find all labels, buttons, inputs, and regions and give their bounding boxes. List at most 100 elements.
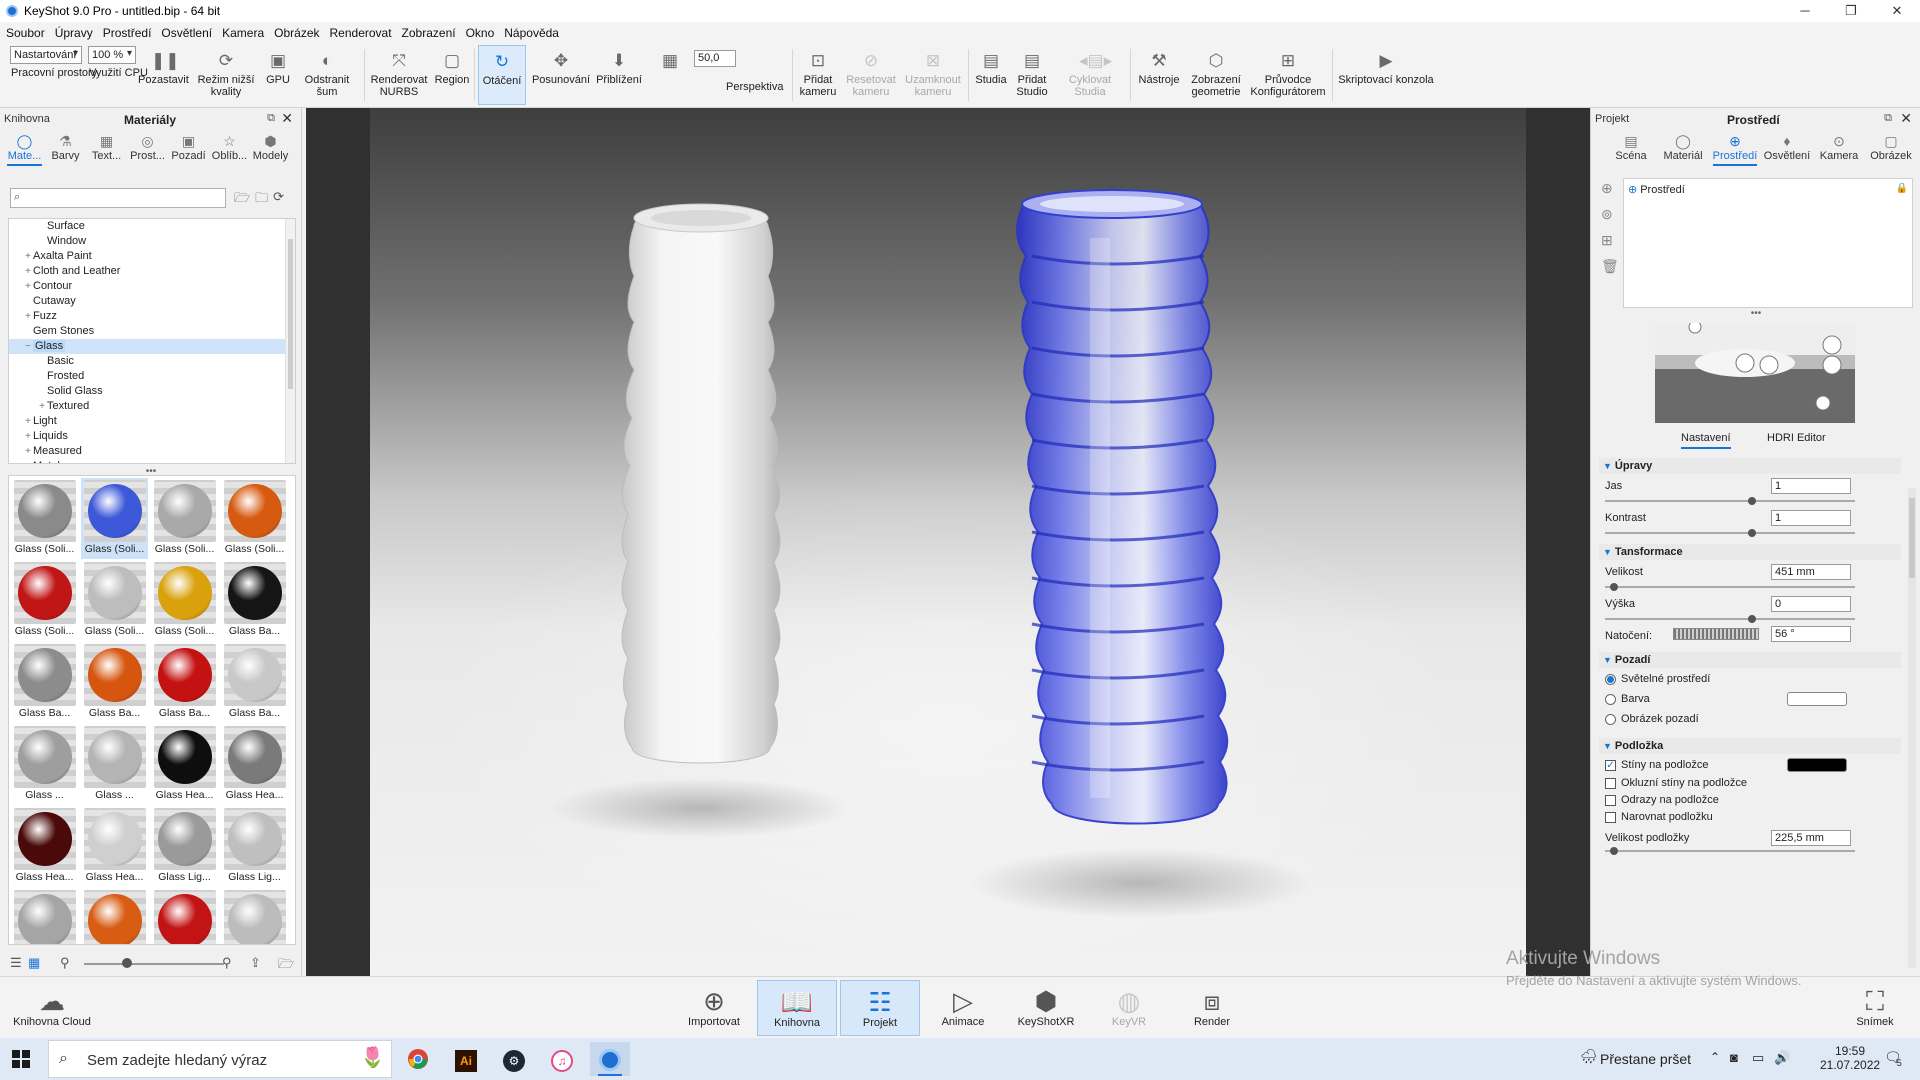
- material-thumbnail[interactable]: Glass ...: [11, 724, 78, 805]
- tab-settings[interactable]: Nastavení: [1681, 432, 1731, 449]
- project-tab-environment[interactable]: ⊕ Prostředí: [1709, 132, 1761, 166]
- fov-input[interactable]: 50,0: [694, 50, 736, 67]
- brightness-input[interactable]: 1: [1771, 478, 1851, 494]
- tree-item[interactable]: + Cloth and Leather: [9, 264, 295, 279]
- tree-item[interactable]: Solid Glass: [9, 384, 295, 399]
- material-thumbnail[interactable]: [221, 888, 288, 944]
- keyvr-button[interactable]: ◍ KeyVR: [1089, 980, 1169, 1036]
- tree-scrollbar[interactable]: [285, 219, 295, 463]
- section-background[interactable]: ▼ Pozadí: [1599, 652, 1901, 668]
- cpu-usage-select[interactable]: 100 %: [88, 46, 136, 64]
- close-panel-icon[interactable]: ✕: [1900, 110, 1912, 127]
- material-thumbnail[interactable]: [11, 888, 78, 944]
- expand-toggle-icon[interactable]: +: [23, 414, 33, 429]
- keyshot-taskbar-icon[interactable]: [590, 1042, 630, 1076]
- steam-icon[interactable]: ⚙: [494, 1042, 534, 1076]
- checkbox-ground-reflections[interactable]: [1605, 795, 1616, 806]
- studios-button[interactable]: ▤ Studia: [972, 45, 1010, 105]
- rotation-dial[interactable]: [1673, 628, 1759, 640]
- material-thumbnail[interactable]: [151, 888, 218, 944]
- tree-item[interactable]: − Glass: [9, 339, 295, 354]
- menu-render[interactable]: Renderovat: [330, 26, 392, 40]
- region-button[interactable]: ▢ Region: [434, 45, 470, 105]
- rotation-input[interactable]: 56 °: [1771, 626, 1851, 642]
- shadow-color-swatch[interactable]: [1787, 758, 1847, 772]
- tab-hdri-editor[interactable]: HDRI Editor: [1767, 432, 1826, 447]
- material-thumbnail[interactable]: Glass (Soli...: [81, 478, 148, 559]
- height-input[interactable]: 0: [1771, 596, 1851, 612]
- tree-item[interactable]: + Axalta Paint: [9, 249, 295, 264]
- clock[interactable]: 19:59 21.07.2022: [1820, 1044, 1880, 1080]
- blue-glass-vase-model[interactable]: [1016, 189, 1229, 825]
- itunes-icon[interactable]: ♫: [542, 1042, 582, 1076]
- material-thumbnail[interactable]: Glass (Soli...: [11, 478, 78, 559]
- tree-item[interactable]: + Fuzz: [9, 309, 295, 324]
- material-thumbnail[interactable]: Glass Ba...: [221, 642, 288, 723]
- geometry-view-button[interactable]: ⬡ Zobrazení geometrie: [1186, 45, 1246, 105]
- refresh-icon[interactable]: ⟳: [273, 189, 284, 211]
- material-thumbnail[interactable]: [81, 888, 148, 944]
- illustrator-icon[interactable]: Ai: [446, 1042, 486, 1076]
- library-tab-background[interactable]: ▣ Pozadí: [168, 132, 209, 166]
- keyshotxr-button[interactable]: ⬢ KeyShotXR: [1006, 980, 1086, 1036]
- checkbox-ground-shadows[interactable]: ✓: [1605, 760, 1616, 771]
- expand-toggle-icon[interactable]: +: [23, 429, 33, 444]
- contrast-input[interactable]: 1: [1771, 510, 1851, 526]
- menu-window[interactable]: Okno: [466, 26, 495, 40]
- tray-chevron-up-icon[interactable]: ⌃: [1710, 1050, 1720, 1080]
- expand-toggle-icon[interactable]: +: [23, 264, 33, 279]
- menu-environment[interactable]: Prostředí: [103, 26, 152, 40]
- ground-size-slider[interactable]: [1605, 847, 1855, 855]
- height-slider[interactable]: [1605, 615, 1855, 623]
- brightness-slider[interactable]: [1605, 497, 1855, 505]
- menu-file[interactable]: Soubor: [6, 26, 45, 40]
- tree-item[interactable]: Cutaway: [9, 294, 295, 309]
- material-thumbnail[interactable]: Glass Hea...: [81, 806, 148, 887]
- undock-icon[interactable]: ⧉: [267, 112, 275, 125]
- expand-toggle-icon[interactable]: +: [23, 444, 33, 459]
- material-thumbnail[interactable]: Glass ...: [81, 724, 148, 805]
- lock-icon[interactable]: 🔒: [1896, 183, 1908, 194]
- hdri-preview[interactable]: [1655, 323, 1855, 423]
- tree-item[interactable]: Window: [9, 234, 295, 249]
- pause-button[interactable]: ❚❚ Pozastavit: [138, 45, 189, 105]
- material-thumbnail[interactable]: Glass (Soli...: [81, 560, 148, 641]
- denoise-button[interactable]: ◐ Odstranit šum: [293, 45, 361, 105]
- properties-scrollbar[interactable]: [1908, 488, 1916, 968]
- library-search-input[interactable]: ⌕: [10, 188, 226, 208]
- slider-knob[interactable]: [1609, 583, 1618, 591]
- lock-camera-button[interactable]: ⊠ Uzamknout kameru: [902, 45, 964, 105]
- expand-toggle-icon[interactable]: +: [23, 459, 33, 463]
- checkbox-flatten-ground[interactable]: [1605, 812, 1616, 823]
- rotate-button[interactable]: ↻ Otáčení: [478, 45, 526, 105]
- render-nurbs-button[interactable]: ⤧ Renderovat NURBS: [368, 45, 430, 105]
- grid-view-icon[interactable]: ▦: [28, 955, 40, 971]
- environment-list-item[interactable]: ⊕ Prostředí: [1628, 183, 1685, 196]
- radio-background-image[interactable]: [1605, 714, 1616, 725]
- material-thumbnail[interactable]: Glass Lig...: [151, 806, 218, 887]
- tree-item[interactable]: Frosted: [9, 369, 295, 384]
- material-thumbnail[interactable]: Glass Hea...: [11, 806, 78, 887]
- gpu-button[interactable]: ▣ GPU: [265, 45, 291, 105]
- delete-icon[interactable]: 🗑: [1601, 258, 1619, 275]
- reset-camera-button[interactable]: ⊘ Resetovat kameru: [842, 45, 900, 105]
- library-tab-color[interactable]: ⚗ Barvy: [45, 132, 86, 166]
- cycle-studios-button[interactable]: ◂▤▸ Cyklovat Studia: [1056, 45, 1124, 105]
- library-tab[interactable]: Knihovna: [4, 113, 50, 125]
- camera-tray-icon[interactable]: ◙: [1730, 1050, 1738, 1080]
- menu-edit[interactable]: Úpravy: [55, 26, 93, 40]
- menu-help[interactable]: Nápověda: [504, 26, 559, 40]
- tree-item[interactable]: Surface: [9, 219, 295, 234]
- script-console-button[interactable]: ▶ Skriptovací konzola: [1336, 45, 1436, 105]
- fov-icon-button[interactable]: ▦: [650, 45, 690, 105]
- windows-start-button[interactable]: [12, 1050, 30, 1068]
- section-ground[interactable]: ▼ Podložka: [1599, 738, 1901, 754]
- tools-button[interactable]: ⚒ Nástroje: [1134, 45, 1184, 105]
- render-viewport[interactable]: [370, 108, 1526, 976]
- radio-lighting-environment[interactable]: [1605, 674, 1616, 685]
- network-icon[interactable]: ▭: [1752, 1050, 1764, 1080]
- section-transform[interactable]: ▼ Tansformace: [1599, 544, 1901, 560]
- material-thumbnail[interactable]: Glass Ba...: [81, 642, 148, 723]
- maximize-button[interactable]: ❐: [1828, 0, 1874, 22]
- cloud-library-button[interactable]: ☁ Knihovna Cloud: [10, 980, 94, 1036]
